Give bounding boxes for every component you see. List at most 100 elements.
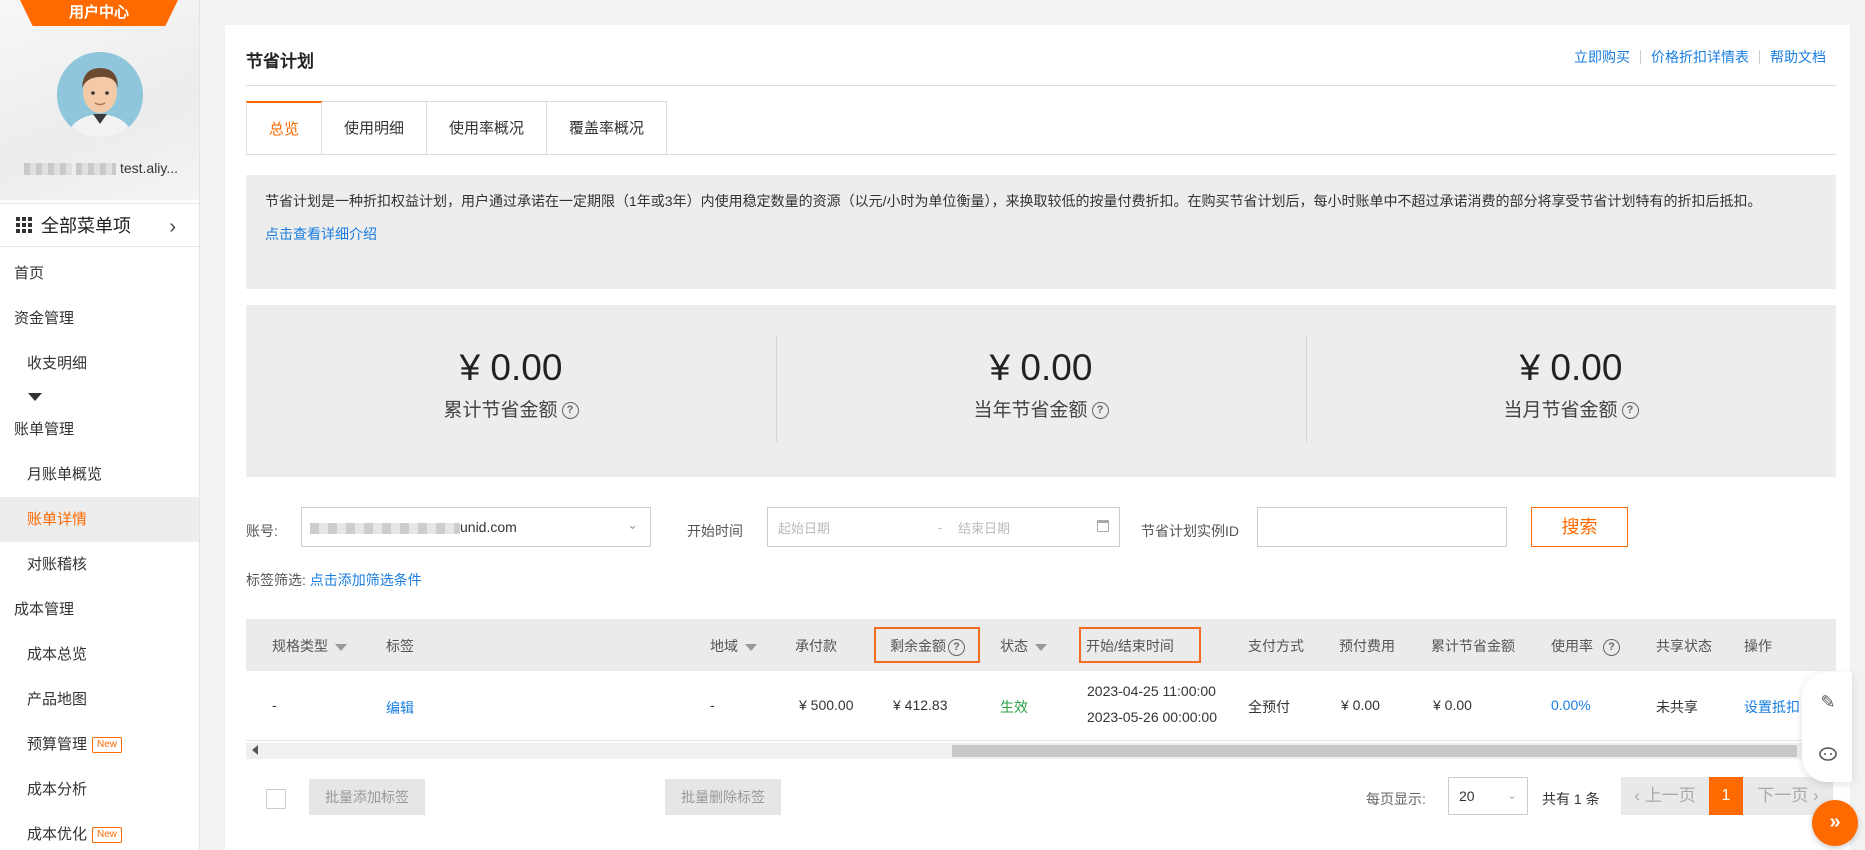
sidebar-item-label: 成本优化 xyxy=(27,826,88,843)
col-status[interactable]: 状态 xyxy=(1000,636,1047,656)
tab-overview[interactable]: 总览 xyxy=(246,101,323,155)
col-share-status: 共享状态 xyxy=(1656,638,1712,654)
filter-icon[interactable] xyxy=(745,643,757,651)
cell-prepaid: ¥ 0.00 xyxy=(1341,697,1380,713)
cell-region: - xyxy=(710,697,715,713)
sidebar-item-home[interactable]: 首页 xyxy=(0,251,199,296)
date-separator: - xyxy=(938,519,943,535)
date-range-picker[interactable]: 起始日期 - 结束日期 xyxy=(767,507,1120,547)
sidebar-item-product-map[interactable]: 产品地图 xyxy=(0,677,199,722)
new-badge: New xyxy=(92,737,123,754)
all-menu-label: 全部菜单项 xyxy=(41,216,131,236)
cell-share-status: 未共享 xyxy=(1656,699,1698,715)
price-discount-link[interactable]: 价格折扣详情表 xyxy=(1641,47,1759,67)
cell-remaining: ¥ 412.83 xyxy=(893,697,948,713)
batch-add-tag-button[interactable]: 批量添加标签 xyxy=(309,779,425,815)
add-filter-link[interactable]: 点击添加筛选条件 xyxy=(310,572,422,588)
end-date-input[interactable]: 结束日期 xyxy=(958,518,1010,537)
grid-icon xyxy=(16,217,32,233)
tab-coverage[interactable]: 覆盖率概况 xyxy=(547,101,668,155)
instance-id-input[interactable] xyxy=(1257,507,1507,547)
horizontal-scrollbar[interactable] xyxy=(246,743,1836,759)
floating-toolbar: ✎ xyxy=(1802,672,1852,782)
table-row: - 编辑 - ¥ 500.00 ¥ 412.83 生效 2023-04-25 1… xyxy=(246,671,1836,741)
page-size-select[interactable]: 20 ⌄ xyxy=(1448,777,1528,815)
divider xyxy=(246,154,1836,155)
stat-label: 当月节省金额? xyxy=(1306,395,1836,422)
col-payment: 支付方式 xyxy=(1248,638,1304,654)
sidebar-item-cost-optimization[interactable]: 成本优化 New xyxy=(0,812,199,850)
intro-details-link[interactable]: 点击查看详细介绍 xyxy=(265,222,377,247)
stat-month-savings: ¥ 0.00 当月节省金额? xyxy=(1306,336,1836,442)
help-icon[interactable]: ? xyxy=(561,402,579,420)
tab-utilization[interactable]: 使用率概况 xyxy=(427,101,548,155)
sidebar-item-cost-analysis[interactable]: 成本分析 xyxy=(0,767,199,812)
scrollbar-thumb[interactable] xyxy=(952,745,1797,757)
chevron-left-icon: ‹ xyxy=(1634,786,1645,805)
sidebar-item-bill-details[interactable]: 账单详情 xyxy=(0,497,199,542)
chevron-right-icon: › xyxy=(1808,786,1819,805)
current-page[interactable]: 1 xyxy=(1709,777,1743,815)
col-region[interactable]: 地域 xyxy=(710,636,757,656)
set-deduction-link[interactable]: 设置抵扣 xyxy=(1744,697,1800,717)
account-select[interactable]: unid.com ⌄ xyxy=(301,507,651,547)
calendar-icon[interactable] xyxy=(1097,520,1109,532)
sidebar-item-monthly-bill[interactable]: 月账单概览 xyxy=(0,452,199,497)
help-icon[interactable]: ? xyxy=(948,638,965,656)
search-button[interactable]: 搜索 xyxy=(1531,507,1628,547)
avatar[interactable] xyxy=(57,52,143,138)
usage-rate-link[interactable]: 0.00% xyxy=(1551,697,1591,713)
table-header: 规格类型 标签 地域 承付款 剩余金额? 状态 开始/结束时间 支付方式 预付费… xyxy=(246,619,1836,671)
savings-summary: ¥ 0.00 累计节省金额? ¥ 0.00 当年节省金额? ¥ 0.00 当月节… xyxy=(246,305,1836,477)
all-menu-toggle[interactable]: 全部菜单项 › xyxy=(0,203,199,247)
masked-account xyxy=(310,522,460,534)
page-title: 节省计划 xyxy=(246,52,314,71)
col-total-saved: 累计节省金额 xyxy=(1431,638,1515,654)
help-icon[interactable]: ? xyxy=(1621,402,1639,420)
start-date-input[interactable]: 起始日期 xyxy=(778,518,938,537)
col-tag: 标签 xyxy=(386,638,414,654)
edit-icon[interactable]: ✎ xyxy=(1818,692,1838,712)
caret-down-icon[interactable] xyxy=(28,393,42,401)
filter-icon[interactable] xyxy=(335,643,347,651)
sidebar-item-cost-management[interactable]: 成本管理 xyxy=(0,587,199,632)
stat-value: ¥ 0.00 xyxy=(459,347,563,388)
chevron-down-icon: ⌄ xyxy=(1506,788,1517,802)
sidebar-item-transactions[interactable]: 收支明细 xyxy=(0,341,199,386)
table-footer: 批量添加标签 批量删除标签 每页显示: 20 ⌄ 共有 1 条 ‹ 上一页 1 … xyxy=(246,777,1836,817)
filter-icon[interactable] xyxy=(1035,643,1047,651)
scroll-left-arrow[interactable] xyxy=(252,745,258,755)
help-icon[interactable]: ? xyxy=(1091,402,1109,420)
expand-icon[interactable]: » xyxy=(1812,800,1858,846)
stat-label: 当年节省金额? xyxy=(776,395,1306,422)
stat-value: ¥ 0.00 xyxy=(989,347,1093,388)
instance-id-label: 节省计划实例ID xyxy=(1141,523,1239,539)
select-all-checkbox[interactable] xyxy=(266,789,286,809)
username: test.aliy... xyxy=(10,160,192,176)
sidebar-item-funds[interactable]: 资金管理 xyxy=(0,296,199,341)
chevron-down-icon: ⌄ xyxy=(627,517,638,532)
sidebar-item-billing[interactable]: 账单管理 xyxy=(0,407,199,452)
prev-page-button[interactable]: ‹ 上一页 xyxy=(1621,777,1709,815)
col-spec-type[interactable]: 规格类型 xyxy=(272,636,347,656)
batch-remove-tag-button[interactable]: 批量删除标签 xyxy=(665,779,781,815)
sidebar-item-cost-overview[interactable]: 成本总览 xyxy=(0,632,199,677)
chat-icon[interactable] xyxy=(1818,744,1838,764)
buy-now-link[interactable]: 立即购买 xyxy=(1564,47,1640,67)
help-icon[interactable]: ? xyxy=(1603,638,1620,656)
page-size-label: 每页显示: xyxy=(1366,791,1426,807)
tab-bar: 总览 使用明细 使用率概况 覆盖率概况 xyxy=(246,101,668,155)
col-commitment: 承付款 xyxy=(795,638,837,654)
sidebar-item-reconciliation[interactable]: 对账稽核 xyxy=(0,542,199,587)
intro-text: 节省计划是一种折扣权益计划，用户通过承诺在一定期限（1年或3年）内使用稳定数量的… xyxy=(265,193,1762,209)
sidebar-item-budget[interactable]: 预算管理 New xyxy=(0,722,199,767)
user-center-tag[interactable]: 用户中心 xyxy=(20,0,178,26)
help-docs-link[interactable]: 帮助文档 xyxy=(1760,47,1836,67)
col-action: 操作 xyxy=(1744,638,1772,654)
stat-label: 累计节省金额? xyxy=(246,395,776,422)
new-badge: New xyxy=(92,827,123,844)
edit-tag-link[interactable]: 编辑 xyxy=(386,698,414,718)
cell-start-time: 2023-04-25 11:00:00 xyxy=(1087,683,1216,699)
tab-usage-details[interactable]: 使用明细 xyxy=(322,101,428,155)
chevron-right-icon: › xyxy=(169,216,176,238)
